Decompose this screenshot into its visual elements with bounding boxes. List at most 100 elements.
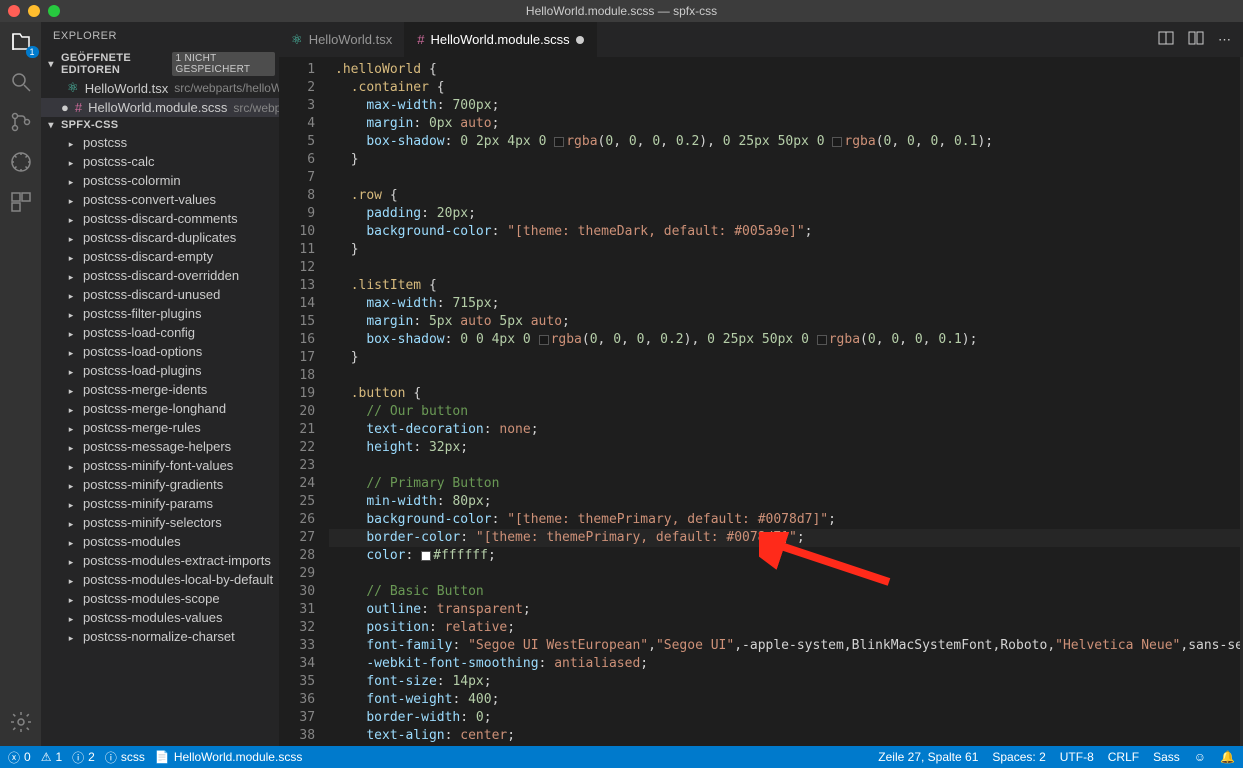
code-line[interactable]: border-color: "[theme: themePrimary, def…	[329, 529, 1243, 547]
code-line[interactable]: .row {	[329, 187, 1243, 205]
tree-folder[interactable]: postcss-load-config	[41, 323, 279, 342]
status-infos[interactable]: ⓘ 2	[72, 749, 95, 766]
tree-folder[interactable]: postcss-message-helpers	[41, 437, 279, 456]
code-line[interactable]: font-weight: 400;	[329, 691, 1243, 709]
search-icon[interactable]	[9, 70, 33, 94]
code-line[interactable]: .button {	[329, 385, 1243, 403]
tree-folder[interactable]: postcss-convert-values	[41, 190, 279, 209]
code-line[interactable]: color: #ffffff;	[329, 547, 1243, 565]
tree-folder[interactable]: postcss-filter-plugins	[41, 304, 279, 323]
code-line[interactable]: margin: 0px auto;	[329, 115, 1243, 133]
tree-folder[interactable]: postcss-discard-overridden	[41, 266, 279, 285]
code-line[interactable]: position: relative;	[329, 619, 1243, 637]
code-editor[interactable]: 1234567891011121314151617181920212223242…	[279, 57, 1243, 746]
more-actions-icon[interactable]: ⋯	[1218, 32, 1231, 48]
code-line[interactable]	[329, 259, 1243, 277]
tree-folder[interactable]: postcss-discard-unused	[41, 285, 279, 304]
code-line[interactable]: .helloWorld {	[329, 61, 1243, 79]
tree-folder[interactable]: postcss-colormin	[41, 171, 279, 190]
code-line[interactable]: margin: 5px auto 5px auto;	[329, 313, 1243, 331]
code-line[interactable]: font-size: 14px;	[329, 673, 1243, 691]
chevron-right-icon	[65, 344, 77, 359]
code-line[interactable]	[329, 169, 1243, 187]
tree-folder[interactable]: postcss-modules-scope	[41, 589, 279, 608]
tree-folder[interactable]: postcss-modules-local-by-default	[41, 570, 279, 589]
extensions-icon[interactable]	[9, 190, 33, 214]
open-editor-item[interactable]: ⚛HelloWorld.tsx src/webparts/helloWor…	[41, 78, 279, 98]
tree-folder[interactable]: postcss-normalize-charset	[41, 627, 279, 646]
code-line[interactable]: background-color: "[theme: themeDark, de…	[329, 223, 1243, 241]
tree-folder[interactable]: postcss-discard-comments	[41, 209, 279, 228]
tree-folder[interactable]: postcss-load-options	[41, 342, 279, 361]
code-line[interactable]: // Our button	[329, 403, 1243, 421]
tree-folder[interactable]: postcss	[41, 133, 279, 152]
project-header[interactable]: SPFX-CSS	[41, 117, 279, 133]
status-bell-icon[interactable]: 🔔	[1220, 750, 1235, 764]
tree-folder[interactable]: postcss-load-plugins	[41, 361, 279, 380]
status-language[interactable]: Sass	[1153, 750, 1180, 764]
tree-folder[interactable]: postcss-discard-empty	[41, 247, 279, 266]
code-line[interactable]: max-width: 715px;	[329, 295, 1243, 313]
tree-folder[interactable]: postcss-modules-values	[41, 608, 279, 627]
status-encoding[interactable]: UTF-8	[1060, 750, 1094, 764]
tree-folder[interactable]: postcss-merge-rules	[41, 418, 279, 437]
code-line[interactable]: font-family: "Segoe UI WestEuropean","Se…	[329, 637, 1243, 655]
editor-tab[interactable]: ⚛HelloWorld.tsx	[279, 22, 405, 57]
code-line[interactable]: height: 32px;	[329, 439, 1243, 457]
file-name: HelloWorld.module.scss	[88, 100, 227, 115]
code-line[interactable]: }	[329, 151, 1243, 169]
open-editors-header[interactable]: GEÖFFNETE EDITOREN 1 NICHT GESPEICHERT	[41, 50, 279, 78]
status-warnings[interactable]: ⚠ 1	[41, 750, 62, 764]
editor-layout-icon[interactable]	[1188, 30, 1204, 49]
code-line[interactable]: .container {	[329, 79, 1243, 97]
chevron-right-icon	[65, 534, 77, 549]
sidebar: EXPLORER GEÖFFNETE EDITOREN 1 NICHT GESP…	[41, 22, 279, 746]
sass-icon: #	[417, 32, 424, 47]
tree-folder[interactable]: postcss-minify-gradients	[41, 475, 279, 494]
source-control-icon[interactable]	[9, 110, 33, 134]
tree-folder[interactable]: postcss-minify-selectors	[41, 513, 279, 532]
code-content[interactable]: .helloWorld { .container { max-width: 70…	[329, 57, 1243, 746]
tree-folder[interactable]: postcss-modules-extract-imports	[41, 551, 279, 570]
code-line[interactable]	[329, 565, 1243, 583]
tree-folder[interactable]: postcss-minify-params	[41, 494, 279, 513]
code-line[interactable]: text-decoration: none;	[329, 421, 1243, 439]
explorer-icon[interactable]: 1	[9, 30, 33, 54]
status-errors[interactable]: ⓧ 0	[8, 749, 31, 766]
settings-gear-icon[interactable]	[9, 710, 33, 734]
debug-icon[interactable]	[9, 150, 33, 174]
editor-tab[interactable]: #HelloWorld.module.scss	[405, 22, 596, 57]
status-cursor[interactable]: Zeile 27, Spalte 61	[878, 750, 978, 764]
code-line[interactable]: min-width: 80px;	[329, 493, 1243, 511]
code-line[interactable]: background-color: "[theme: themePrimary,…	[329, 511, 1243, 529]
status-file[interactable]: 📄 HelloWorld.module.scss	[155, 750, 302, 764]
status-feedback-icon[interactable]: ☺	[1194, 750, 1206, 764]
code-line[interactable]: padding: 20px;	[329, 205, 1243, 223]
line-numbers: 1234567891011121314151617181920212223242…	[279, 57, 329, 746]
code-line[interactable]: -webkit-font-smoothing: antialiased;	[329, 655, 1243, 673]
status-scss[interactable]: ⓘ scss	[105, 749, 145, 766]
code-line[interactable]	[329, 367, 1243, 385]
code-line[interactable]	[329, 457, 1243, 475]
code-line[interactable]: outline: transparent;	[329, 601, 1243, 619]
tree-folder[interactable]: postcss-modules	[41, 532, 279, 551]
tree-folder[interactable]: postcss-merge-idents	[41, 380, 279, 399]
split-editor-icon[interactable]	[1158, 30, 1174, 49]
code-line[interactable]: .listItem {	[329, 277, 1243, 295]
code-line[interactable]: border-width: 0;	[329, 709, 1243, 727]
tree-folder[interactable]: postcss-merge-longhand	[41, 399, 279, 418]
open-editor-item[interactable]: ●#HelloWorld.module.scss src/webpart…	[41, 98, 279, 117]
code-line[interactable]: // Primary Button	[329, 475, 1243, 493]
status-spaces[interactable]: Spaces: 2	[992, 750, 1045, 764]
code-line[interactable]: }	[329, 349, 1243, 367]
code-line[interactable]: text-align: center;	[329, 727, 1243, 745]
code-line[interactable]: box-shadow: 0 0 4px 0 rgba(0, 0, 0, 0.2)…	[329, 331, 1243, 349]
status-eol[interactable]: CRLF	[1108, 750, 1139, 764]
tree-folder[interactable]: postcss-calc	[41, 152, 279, 171]
code-line[interactable]: box-shadow: 0 2px 4px 0 rgba(0, 0, 0, 0.…	[329, 133, 1243, 151]
tree-folder[interactable]: postcss-minify-font-values	[41, 456, 279, 475]
code-line[interactable]: // Basic Button	[329, 583, 1243, 601]
tree-folder[interactable]: postcss-discard-duplicates	[41, 228, 279, 247]
code-line[interactable]: }	[329, 241, 1243, 259]
code-line[interactable]: max-width: 700px;	[329, 97, 1243, 115]
